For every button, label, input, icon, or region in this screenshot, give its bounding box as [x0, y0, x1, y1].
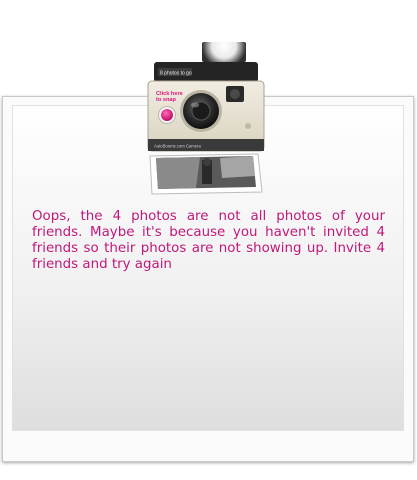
camera-brand-label: AutoBooms.com Camera [154, 144, 201, 149]
shutter-button-icon[interactable] [158, 106, 176, 124]
photo-print-icon [149, 153, 263, 195]
lens-icon [180, 90, 222, 132]
error-message: Oops, the 4 photos are not all photos of… [32, 209, 385, 272]
camera-counter-label: 8 photos to go [160, 71, 192, 77]
camera-icon[interactable]: 8 photos to go AutoBooms.com Camera Clic… [140, 36, 272, 196]
popup-stage: Oops, the 4 photos are not all photos of… [0, 0, 417, 480]
snap-label-line2: to snap [156, 97, 176, 103]
viewfinder-icon [226, 86, 244, 102]
